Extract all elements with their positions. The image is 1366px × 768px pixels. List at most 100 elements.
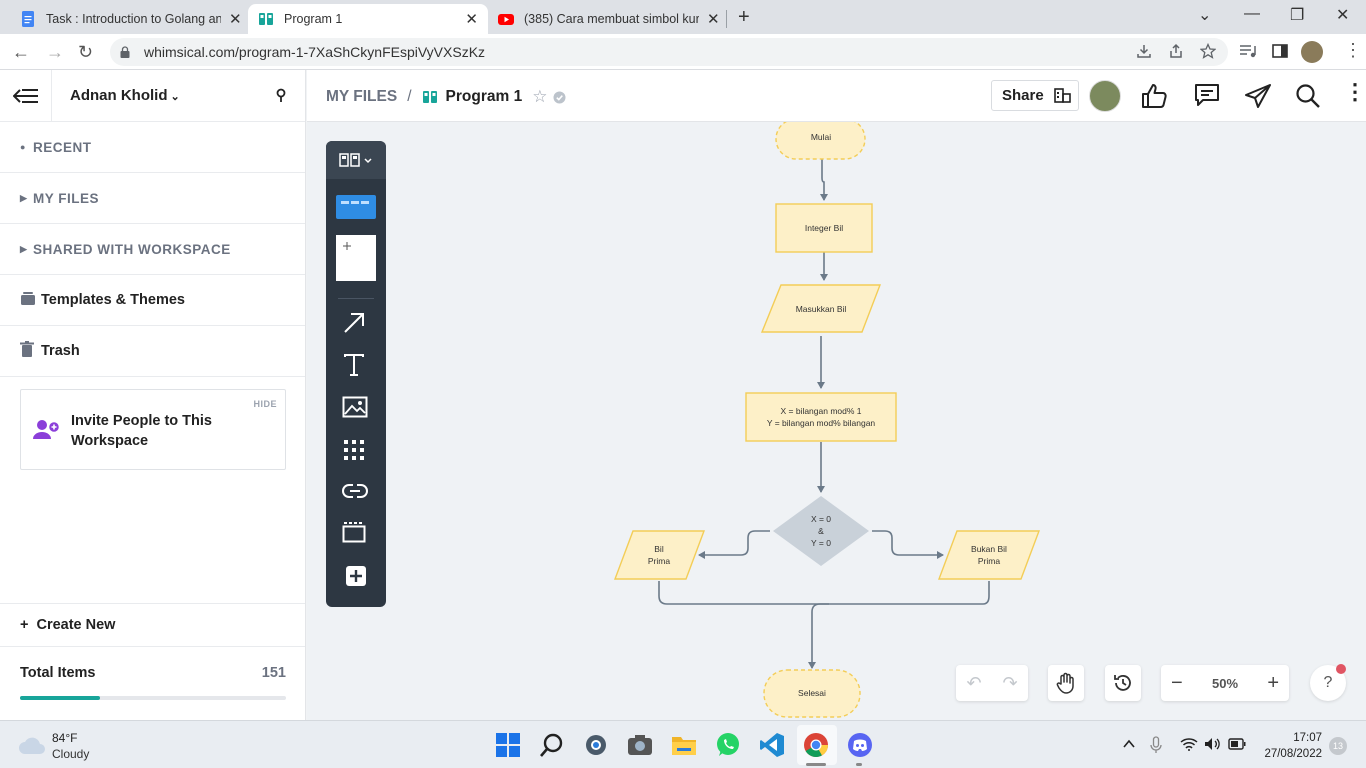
zoom-out-button[interactable]: − xyxy=(1171,672,1183,695)
trash-icon xyxy=(20,341,41,361)
url-text: whimsical.com/program-1-7XaShCkynFEspiVy… xyxy=(144,44,486,60)
share-button[interactable]: Share xyxy=(991,80,1079,111)
search-icon[interactable] xyxy=(539,732,565,758)
end-label: Selesai xyxy=(798,688,826,698)
collapse-sidebar-button[interactable] xyxy=(0,69,52,122)
discord-icon[interactable] xyxy=(847,732,873,758)
breadcrumb: MY FILES / Program 1 ☆ xyxy=(326,87,566,107)
sidebar-item-label: RECENT xyxy=(33,139,92,155)
zoom-in-button[interactable]: + xyxy=(1267,672,1279,695)
url-field[interactable]: whimsical.com/program-1-7XaShCkynFEspiVy… xyxy=(110,38,1228,66)
new-tab-button[interactable]: + xyxy=(738,6,750,29)
search-icon[interactable] xyxy=(1295,83,1321,109)
hand-icon xyxy=(1056,672,1074,694)
document-header: MY FILES / Program 1 ☆ Share ⋮ xyxy=(307,70,1366,122)
sidebar-item-label: SHARED WITH WORKSPACE xyxy=(33,241,231,257)
reload-icon[interactable]: ↻ xyxy=(78,42,93,63)
output-bukan-line-1: Bukan Bil xyxy=(971,544,1007,554)
send-icon[interactable] xyxy=(1244,83,1272,109)
sidebar-item-templates[interactable]: Templates & Themes xyxy=(0,275,305,326)
pin-icon[interactable] xyxy=(275,88,287,102)
browser-tab-golang[interactable]: Task : Introduction to Golang and ✕ xyxy=(10,4,252,34)
profile-avatar[interactable] xyxy=(1301,41,1323,63)
speaker-icon[interactable] xyxy=(1204,737,1220,751)
sidebar-item-trash[interactable]: Trash xyxy=(0,326,305,377)
hand-tool-button[interactable] xyxy=(1048,665,1084,701)
media-queue-icon[interactable] xyxy=(1239,43,1257,59)
sidebar-item-shared[interactable]: ▶ SHARED WITH WORKSPACE xyxy=(0,224,305,275)
total-items-count: 151 xyxy=(261,665,286,681)
canvas[interactable]: Mulai Integer Bil Masukkan Bil X = bilan… xyxy=(307,122,1366,720)
browser-menu-icon[interactable]: ⋮ xyxy=(1344,40,1362,61)
collapse-arrow-icon xyxy=(12,88,38,103)
tab-search-icon[interactable]: ⌄ xyxy=(1198,5,1211,25)
vscode-icon[interactable] xyxy=(759,732,785,758)
windows-start-icon[interactable] xyxy=(495,732,521,758)
output-prima-parallelogram[interactable] xyxy=(613,530,706,580)
connector xyxy=(658,581,990,605)
bullet-icon: ● xyxy=(20,142,26,152)
history-icon xyxy=(1114,675,1131,691)
microphone-icon[interactable] xyxy=(1150,736,1162,754)
invite-card[interactable]: HIDE Invite People to This Workspace xyxy=(20,389,286,470)
undo-icon[interactable]: ↶ xyxy=(966,673,981,694)
redo-icon[interactable]: ↷ xyxy=(1002,673,1017,694)
file-explorer-icon[interactable] xyxy=(671,732,697,758)
minimize-button[interactable]: — xyxy=(1244,5,1260,23)
chevron-up-icon[interactable] xyxy=(1122,738,1136,750)
sidebar-item-my-files[interactable]: ▶ MY FILES xyxy=(0,173,305,224)
breadcrumb-separator: / xyxy=(407,88,412,105)
clock-date: 27/08/2022 xyxy=(1264,748,1322,760)
tab-separator xyxy=(726,10,727,28)
forward-arrow-icon[interactable]: → xyxy=(46,42,64,63)
back-arrow-icon[interactable]: ← xyxy=(12,42,30,63)
notification-badge[interactable]: 13 xyxy=(1329,737,1347,755)
total-items: Total Items 151 xyxy=(20,665,286,681)
sidebar-item-recent[interactable]: ● RECENT xyxy=(0,122,305,173)
breadcrumb-my-files[interactable]: MY FILES xyxy=(326,88,397,106)
close-icon[interactable]: ✕ xyxy=(707,10,720,28)
browser-tab-youtube[interactable]: (385) Cara membuat simbol kura ✕ xyxy=(488,4,730,34)
close-icon[interactable]: ✕ xyxy=(465,10,478,28)
sidebar-item-label: MY FILES xyxy=(33,190,100,206)
add-user-icon xyxy=(33,420,61,439)
caret-right-icon: ▶ xyxy=(20,243,28,254)
camera-icon[interactable] xyxy=(627,732,653,758)
restore-button[interactable]: ❐ xyxy=(1290,5,1304,25)
battery-icon[interactable] xyxy=(1228,738,1246,750)
more-menu-icon[interactable]: ⋮ xyxy=(1344,79,1366,105)
whimsical-doc-icon xyxy=(422,91,437,103)
hide-button[interactable]: HIDE xyxy=(253,399,277,409)
declaration-label: Integer Bil xyxy=(805,223,843,233)
bookmark-star-icon[interactable] xyxy=(1200,43,1216,59)
history-button[interactable] xyxy=(1105,665,1141,701)
usage-progress-fill xyxy=(20,696,100,700)
whimsical-icon xyxy=(259,13,273,25)
system-clock[interactable]: 17:07 27/08/2022 xyxy=(1258,730,1322,762)
settings-gear-icon[interactable] xyxy=(583,732,609,758)
weather-condition: Cloudy xyxy=(52,747,90,761)
process-box[interactable] xyxy=(745,392,897,442)
running-app-indicator xyxy=(856,763,862,766)
browser-tab-program-1[interactable]: Program 1 ✕ xyxy=(248,4,488,34)
sidebar-panel-icon[interactable] xyxy=(1272,43,1288,59)
thumbs-up-icon[interactable] xyxy=(1141,83,1169,109)
create-new-button[interactable]: + Create New xyxy=(0,603,305,647)
sidebar-header: Adnan Kholid ⌄ xyxy=(0,69,305,122)
usage-progress-bar xyxy=(20,696,286,700)
chrome-icon[interactable] xyxy=(803,732,829,758)
close-icon[interactable]: ✕ xyxy=(229,10,242,28)
workspace-user-menu[interactable]: Adnan Kholid ⌄ xyxy=(70,87,180,104)
install-icon[interactable] xyxy=(1136,43,1152,59)
whatsapp-icon[interactable] xyxy=(715,732,741,758)
close-window-button[interactable]: ✕ xyxy=(1336,5,1349,25)
wifi-icon[interactable] xyxy=(1180,737,1198,751)
share-page-icon[interactable] xyxy=(1168,43,1184,59)
output-bukan-prima-parallelogram[interactable] xyxy=(937,530,1041,580)
zoom-level[interactable]: 50% xyxy=(1212,676,1238,691)
user-avatar[interactable] xyxy=(1089,80,1121,112)
page-title[interactable]: Program 1 xyxy=(446,88,523,106)
comment-icon[interactable] xyxy=(1194,83,1220,107)
star-icon[interactable]: ☆ xyxy=(532,87,547,107)
decision-line-3: Y = 0 xyxy=(811,538,831,548)
